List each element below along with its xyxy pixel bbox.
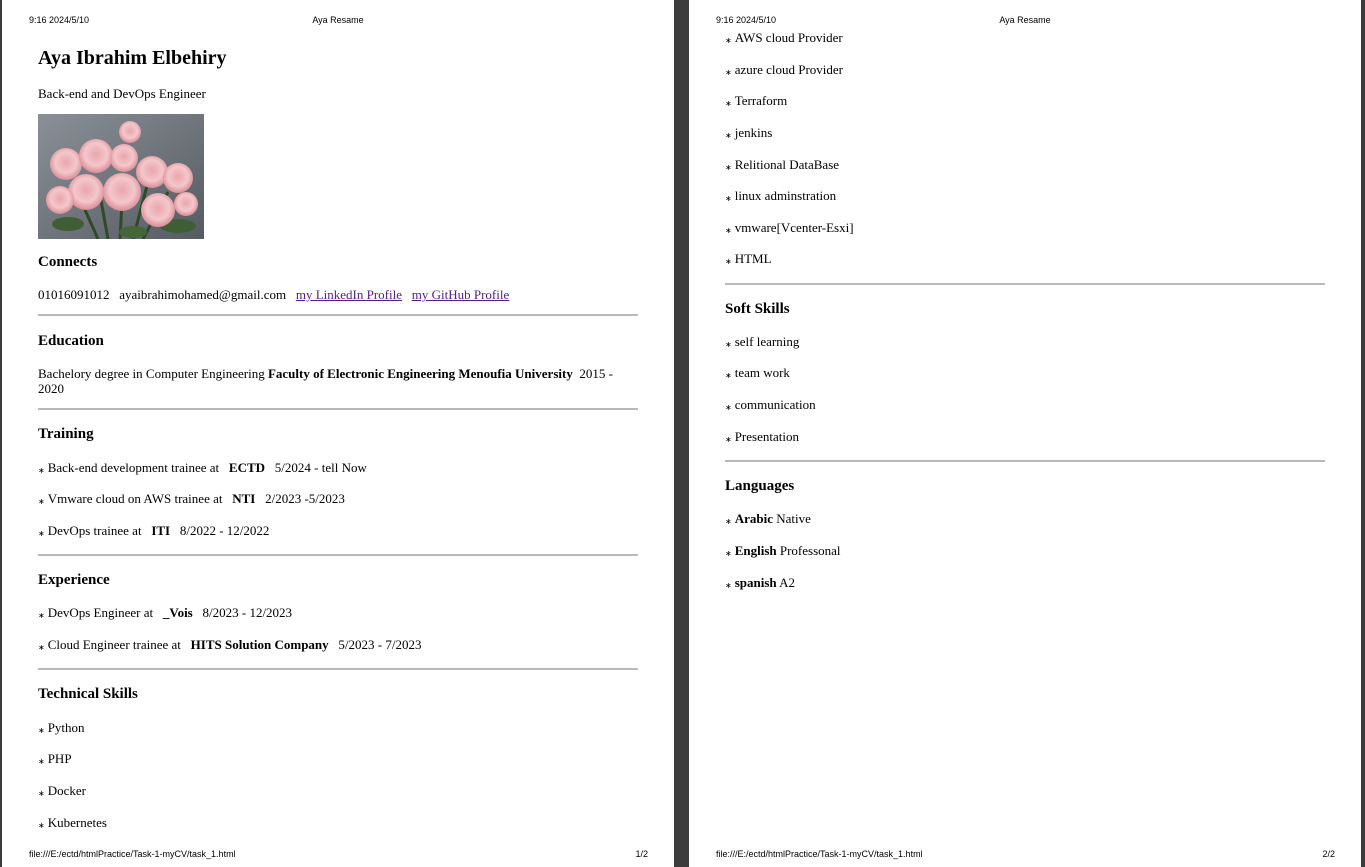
bullet-icon: ∗ — [725, 549, 732, 558]
print-header-title: Aya Resame — [999, 15, 1051, 25]
bullet-icon: ∗ — [38, 497, 45, 506]
divider — [38, 408, 638, 410]
bullet-icon: ∗ — [38, 466, 45, 475]
pdf-page-2: 9:16 2024/5/10 Aya Resame ∗ AWS cloud Pro… — [689, 0, 1361, 867]
languages-heading: Languages — [725, 478, 795, 494]
bullet-icon: ∗ — [725, 36, 732, 45]
divider — [725, 460, 1325, 462]
bullet-icon: ∗ — [725, 403, 732, 412]
skill-item: ∗ vmware[Vcenter-Esxi] — [725, 220, 854, 235]
training-item: ∗ Vmware cloud on AWS trainee at NTI 2/20… — [38, 491, 345, 506]
print-footer-page: 2/2 — [1322, 849, 1335, 859]
bullet-icon: ∗ — [38, 529, 45, 538]
training-item: ∗ Back-end development trainee at ECTD 5/… — [38, 460, 367, 475]
skill-item: ∗ Python — [38, 720, 85, 735]
experience-item: ∗ Cloud Engineer trainee at HITS Solution… — [38, 637, 422, 652]
education-degree: Bachelory degree in Computer Engineering — [38, 366, 265, 381]
skill-item: ∗ Kubernetes — [38, 815, 107, 830]
education-school: Faculty of Electronic Engineering Menouf… — [267, 366, 573, 381]
language-item: ∗ spanish A2 — [725, 575, 796, 590]
training-heading: Training — [38, 426, 94, 442]
divider — [38, 314, 638, 316]
connects-line: 01016091012 ayaibrahimohamed@gmail.com m… — [38, 287, 509, 303]
skill-item: ∗ PHP — [38, 751, 72, 766]
github-link[interactable]: my GitHub Profile — [412, 287, 510, 302]
bullet-icon: ∗ — [38, 643, 45, 652]
skill-item: ∗ HTML — [725, 251, 772, 266]
connects-heading: Connects — [38, 254, 98, 270]
language-item: ∗ English Professonal — [725, 543, 841, 558]
skill-item: ∗ Docker — [38, 783, 86, 798]
bullet-icon: ∗ — [725, 163, 732, 172]
bullet-icon: ∗ — [725, 340, 732, 349]
profile-photo — [38, 114, 204, 239]
skill-item: ∗ AWS cloud Provider — [725, 30, 843, 45]
skill-item: ∗ jenkins — [725, 125, 773, 140]
education-heading: Education — [38, 333, 104, 349]
print-footer-page: 1/2 — [635, 849, 648, 859]
skill-item: ∗ Relitional DataBase — [725, 157, 840, 172]
print-footer-url: file:///E:/ectd/htmlPractice/Task-1-myCV… — [716, 849, 923, 859]
bullet-icon: ∗ — [725, 99, 732, 108]
bullet-icon: ∗ — [38, 757, 45, 766]
education-years-end: 2020 — [38, 381, 64, 396]
soft-skill-item: ∗ self learning — [725, 334, 800, 349]
bullet-icon: ∗ — [725, 194, 732, 203]
soft-skill-item: ∗ Presentation — [725, 429, 799, 444]
pdf-page-1: 9:16 2024/5/10 Aya Resame Aya Ibrahim El… — [2, 0, 674, 867]
experience-item: ∗ DevOps Engineer at _Vois 8/2023 - 12/20… — [38, 605, 293, 620]
profile-name: Aya Ibrahim Elbehiry — [38, 47, 227, 69]
print-footer-url: file:///E:/ectd/htmlPractice/Task-1-myCV… — [29, 849, 236, 859]
experience-heading: Experience — [38, 572, 110, 588]
bullet-icon: ∗ — [725, 131, 732, 140]
bullet-icon: ∗ — [38, 611, 45, 620]
soft-skill-item: ∗ communication — [725, 397, 816, 412]
bullet-icon: ∗ — [725, 226, 732, 235]
bullet-icon: ∗ — [38, 821, 45, 830]
skill-item: ∗ azure cloud Provider — [725, 62, 843, 77]
bullet-icon: ∗ — [725, 257, 732, 266]
bullet-icon: ∗ — [725, 517, 732, 526]
soft-skill-item: ∗ team work — [725, 365, 790, 380]
training-item: ∗ DevOps trainee at ITI 8/2022 - 12/2022 — [38, 523, 270, 538]
divider — [38, 554, 638, 556]
technical-skills-heading: Technical Skills — [38, 686, 138, 702]
bullet-icon: ∗ — [725, 68, 732, 77]
bullet-icon: ∗ — [725, 581, 732, 590]
print-header-title: Aya Resame — [312, 15, 364, 25]
skill-item: ∗ Terraform — [725, 93, 788, 108]
language-item: ∗ Arabic Native — [725, 511, 811, 526]
divider — [38, 668, 638, 670]
bullet-icon: ∗ — [38, 726, 45, 735]
bullet-icon: ∗ — [38, 789, 45, 798]
email-address: ayaibrahimohamed@gmail.com — [119, 287, 287, 302]
bullet-icon: ∗ — [725, 371, 732, 380]
education-line: Bachelory degree in Computer Engineering… — [38, 366, 613, 382]
divider — [725, 283, 1325, 285]
profile-role: Back-end and DevOps Engineer — [38, 86, 206, 101]
phone-number: 01016091012 — [38, 287, 110, 302]
linkedin-link[interactable]: my LinkedIn Profile — [296, 287, 402, 302]
education-years-start: 2015 - — [579, 366, 613, 381]
bullet-icon: ∗ — [725, 435, 732, 444]
skill-item: ∗ linux adminstration — [725, 188, 837, 203]
soft-skills-heading: Soft Skills — [725, 301, 790, 317]
